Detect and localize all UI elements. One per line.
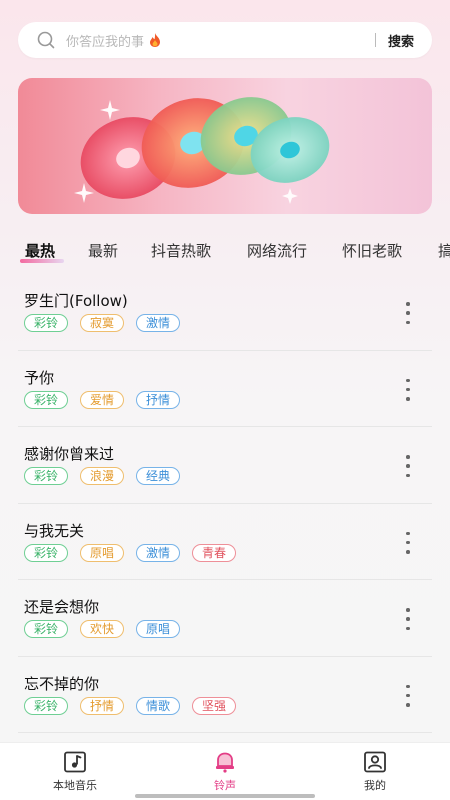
tag-group: 彩铃 浪漫 经典 (24, 467, 180, 485)
tag: 激情 (136, 314, 180, 332)
tag: 彩铃 (24, 543, 68, 562)
tag-group: 彩铃 爱情 抒情 (24, 390, 180, 409)
tag: 彩铃 (24, 467, 68, 485)
more-options-icon[interactable] (402, 378, 414, 401)
tag-group: 彩铃 抒情 情歌 坚强 (24, 696, 236, 715)
search-input[interactable]: 你答应我的事 (66, 31, 375, 50)
song-list: 罗生门(Follow) 彩铃 寂寞 激情 予你 彩铃 爱情 抒情 感谢你曾来过 … (18, 274, 432, 733)
vinyl-records-illustration (74, 97, 330, 204)
list-item[interactable]: 忘不掉的你 彩铃 抒情 情歌 坚强 (18, 657, 432, 733)
music-note-icon (64, 751, 86, 773)
song-title: 予你 (24, 368, 55, 387)
tag: 浪漫 (80, 467, 124, 485)
song-title: 感谢你曾来过 (24, 445, 115, 463)
tag: 青春 (192, 543, 236, 562)
banner[interactable] (18, 78, 432, 214)
song-title: 与我无关 (24, 521, 85, 540)
tab-internet-popular[interactable]: 网络流行 (247, 240, 307, 261)
song-title: 忘不掉的你 (24, 674, 100, 693)
tag: 激情 (136, 543, 180, 562)
search-icon (37, 31, 55, 49)
tag: 坚强 (192, 696, 236, 715)
bell-icon (216, 752, 234, 773)
tag: 抒情 (80, 696, 124, 715)
nav-label: 铃声 (214, 779, 236, 792)
list-item[interactable]: 还是会想你 彩铃 欢快 原唱 (18, 580, 432, 657)
home-indicator (135, 794, 315, 798)
tab-hottest[interactable]: 最热 (25, 240, 55, 261)
tag: 情歌 (136, 696, 180, 715)
list-item[interactable]: 与我无关 彩铃 原唱 激情 青春 (18, 504, 432, 580)
tag-group: 彩铃 原唱 激情 青春 (24, 543, 236, 562)
bottom-nav: 本地音乐 铃声 我的 (0, 742, 450, 800)
nav-ringtones[interactable]: 铃声 (150, 743, 300, 800)
search-bar[interactable]: 你答应我的事 搜索 (18, 22, 432, 58)
more-options-icon[interactable] (402, 608, 414, 630)
tag: 欢快 (80, 620, 124, 638)
tag: 原唱 (136, 620, 180, 638)
tag: 彩铃 (24, 620, 68, 638)
tag: 寂寞 (80, 314, 124, 332)
song-title: 还是会想你 (24, 598, 100, 616)
tag: 彩铃 (24, 390, 68, 409)
tab-oldies[interactable]: 怀旧老歌 (342, 240, 402, 261)
more-options-icon[interactable] (402, 531, 414, 554)
active-tab-indicator (20, 259, 64, 263)
tag: 爱情 (80, 390, 124, 409)
search-button[interactable]: 搜索 (388, 31, 414, 50)
more-options-icon[interactable] (402, 684, 414, 707)
tag: 原唱 (80, 543, 124, 562)
more-options-icon[interactable] (402, 455, 414, 477)
tag: 彩铃 (24, 314, 68, 332)
more-options-icon[interactable] (402, 302, 414, 324)
search-divider (374, 33, 376, 47)
tag: 彩铃 (24, 696, 68, 715)
category-tabs: 最热 最新 抖音热歌 网络流行 怀旧老歌 搞 (0, 236, 450, 266)
profile-icon (364, 751, 386, 773)
tag-group: 彩铃 欢快 原唱 (24, 620, 180, 638)
song-title: 罗生门(Follow) (24, 292, 128, 310)
flame-icon (150, 33, 161, 47)
search-placeholder: 你答应我的事 (66, 34, 145, 50)
tab-douyin-hits[interactable]: 抖音热歌 (151, 240, 211, 261)
list-item[interactable]: 罗生门(Follow) 彩铃 寂寞 激情 (18, 274, 432, 351)
nav-label: 本地音乐 (53, 779, 97, 792)
tab-funny[interactable]: 搞 (438, 240, 450, 261)
tag: 经典 (136, 467, 180, 485)
tab-newest[interactable]: 最新 (88, 240, 118, 261)
list-item[interactable]: 予你 彩铃 爱情 抒情 (18, 351, 432, 427)
tag: 抒情 (136, 390, 180, 409)
nav-label: 我的 (364, 779, 386, 792)
nav-local-music[interactable]: 本地音乐 (0, 743, 150, 800)
nav-profile[interactable]: 我的 (300, 743, 450, 800)
tag-group: 彩铃 寂寞 激情 (24, 314, 180, 332)
list-item[interactable]: 感谢你曾来过 彩铃 浪漫 经典 (18, 427, 432, 504)
